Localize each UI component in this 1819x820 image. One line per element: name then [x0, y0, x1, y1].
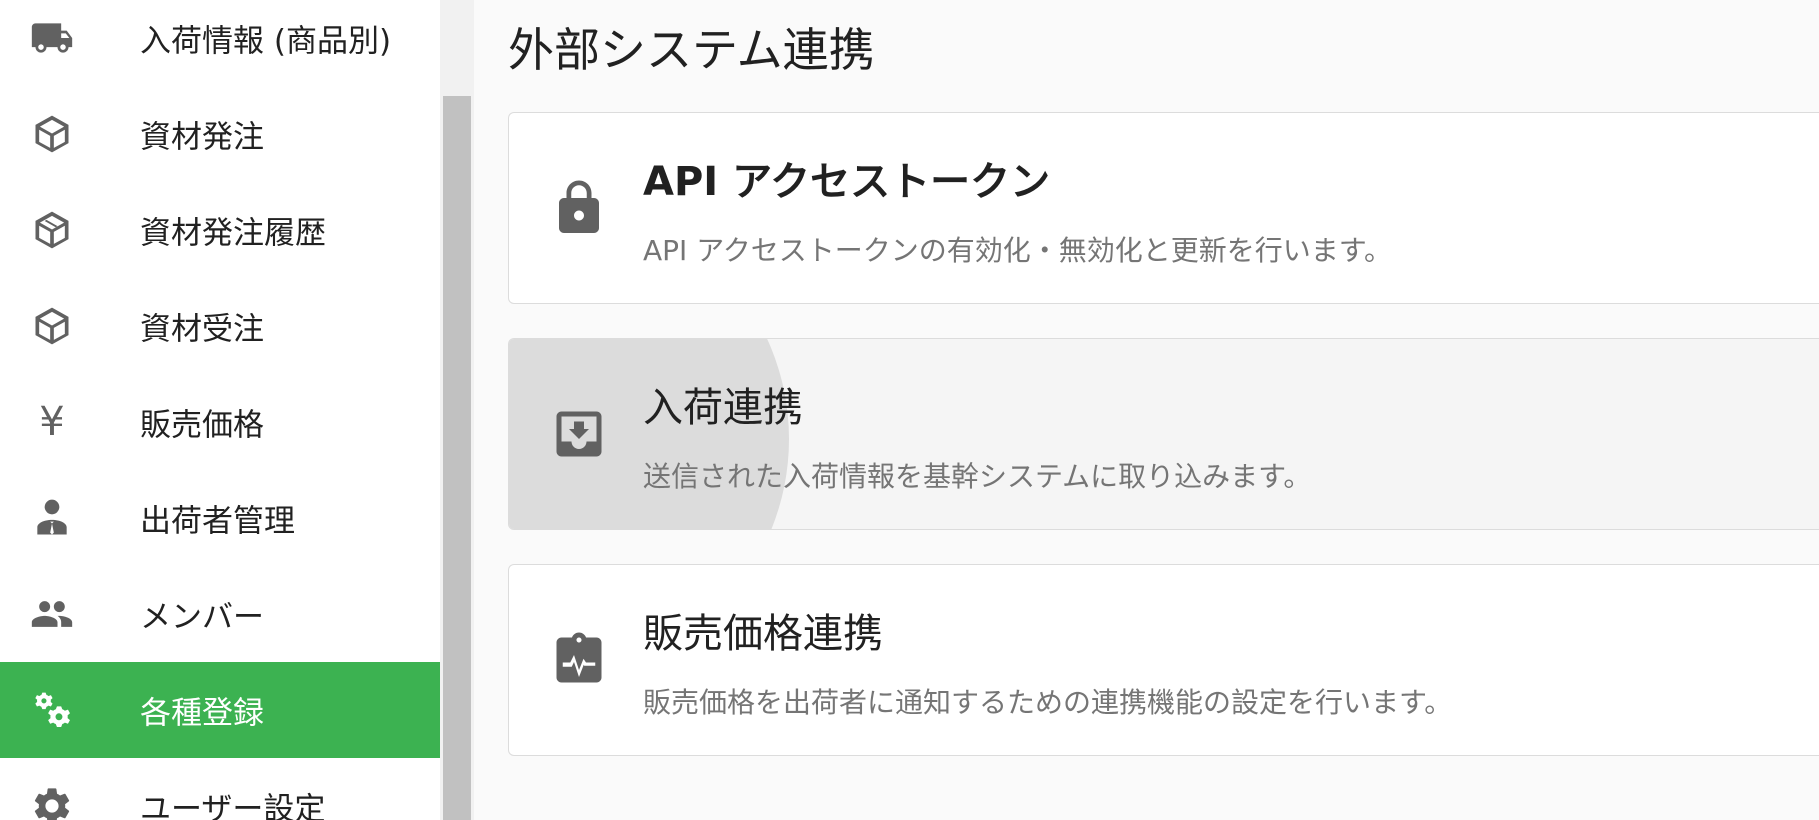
sidebar-item-registrations[interactable]: 各種登録 — [0, 662, 440, 758]
card-api-access-token[interactable]: API アクセストークン API アクセストークンの有効化・無効化と更新を行いま… — [508, 112, 1819, 304]
people-icon — [28, 590, 76, 638]
main-content: 外部システム連携 API アクセストークン API アクセストークンの有効化・無… — [474, 0, 1819, 820]
sidebar-item-label: 資材発注 — [140, 119, 264, 156]
gears-icon — [28, 686, 76, 734]
lock-icon — [547, 176, 611, 240]
card-description: 販売価格を出荷者に通知するための連携機能の設定を行います。 — [643, 686, 1453, 719]
sidebar-item-arrivals-by-product[interactable]: 入荷情報 (商品別) — [0, 0, 440, 86]
card-description: 送信された入荷情報を基幹システムに取り込みます。 — [643, 460, 1312, 493]
card-sales-price-integration[interactable]: 販売価格連携 販売価格を出荷者に通知するための連携機能の設定を行います。 — [508, 564, 1819, 756]
card-description: API アクセストークンの有効化・無効化と更新を行います。 — [643, 234, 1393, 267]
sidebar: 入荷情報 (商品別) 資材発注 資材発注履歴 資材受注 ¥ 販売価格 出荷者管理… — [0, 0, 440, 820]
page-title: 外部システム連携 — [508, 23, 875, 77]
sidebar-item-material-order[interactable]: 資材発注 — [0, 86, 440, 182]
sidebar-item-shipper-management[interactable]: 出荷者管理 — [0, 470, 440, 566]
sidebar-item-material-order-history[interactable]: 資材発注履歴 — [0, 182, 440, 278]
sidebar-item-label: 各種登録 — [140, 695, 264, 732]
sidebar-item-label: ユーザー設定 — [140, 791, 326, 820]
truck-icon — [28, 14, 76, 62]
sidebar-item-label: 出荷者管理 — [140, 503, 295, 540]
card-arrival-integration[interactable]: 入荷連携 送信された入荷情報を基幹システムに取り込みます。 — [508, 338, 1819, 530]
cube-history-icon — [28, 206, 76, 254]
sidebar-item-user-settings[interactable]: ユーザー設定 — [0, 758, 440, 820]
sidebar-item-label: 入荷情報 (商品別) — [140, 23, 392, 60]
sidebar-scrollbar-thumb[interactable] — [443, 96, 471, 820]
person-tie-icon — [28, 494, 76, 542]
cube-icon — [28, 302, 76, 350]
sidebar-item-label: 資材発注履歴 — [140, 215, 326, 252]
cube-icon — [28, 110, 76, 158]
sidebar-item-members[interactable]: メンバー — [0, 566, 440, 662]
sidebar-item-material-received-order[interactable]: 資材受注 — [0, 278, 440, 374]
yen-icon: ¥ — [39, 399, 65, 445]
gear-icon — [28, 782, 76, 820]
sidebar-item-label: メンバー — [140, 599, 264, 636]
card-title: 入荷連携 — [643, 385, 803, 431]
inbox-download-icon — [547, 402, 611, 466]
sidebar-item-label: 販売価格 — [140, 407, 264, 444]
sidebar-item-label: 資材受注 — [140, 311, 264, 348]
card-title: 販売価格連携 — [643, 611, 883, 657]
app-window: 入荷情報 (商品別) 資材発注 資材発注履歴 資材受注 ¥ 販売価格 出荷者管理… — [0, 0, 1819, 820]
card-title: API アクセストークン — [643, 159, 1051, 205]
clipboard-pulse-icon — [547, 628, 611, 692]
sidebar-item-sales-price[interactable]: ¥ 販売価格 — [0, 374, 440, 470]
